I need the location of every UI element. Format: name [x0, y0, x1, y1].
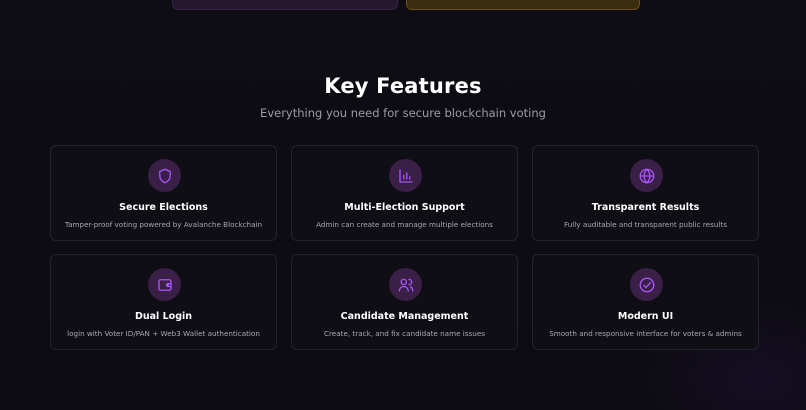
secondary-action-button[interactable] [406, 0, 640, 10]
users-icon [389, 268, 422, 301]
feature-description: Fully auditable and transparent public r… [564, 220, 727, 229]
section-title: Key Features [324, 74, 482, 98]
primary-action-button[interactable] [172, 0, 398, 10]
section-subtitle: Everything you need for secure blockchai… [260, 106, 546, 120]
feature-card-modern-ui: Modern UI Smooth and responsive interfac… [532, 254, 759, 350]
feature-card-multi-election: Multi-Election Support Admin can create … [291, 145, 518, 241]
features-page: Key Features Everything you need for sec… [0, 0, 806, 410]
feature-description: Tamper-proof voting powered by Avalanche… [64, 220, 263, 229]
wallet-icon [148, 268, 181, 301]
feature-description: Admin can create and manage multiple ele… [316, 220, 493, 229]
check-circle-icon [630, 268, 663, 301]
feature-card-transparent-results: Transparent Results Fully auditable and … [532, 145, 759, 241]
feature-title: Transparent Results [591, 202, 700, 213]
feature-description: Smooth and responsive interface for vote… [549, 329, 742, 338]
feature-title: Dual Login [134, 311, 193, 322]
feature-title: Secure Elections [119, 202, 208, 213]
feature-title: Candidate Management [340, 311, 469, 322]
globe-icon [630, 159, 663, 192]
bar-chart-icon [389, 159, 422, 192]
feature-title: Modern UI [617, 311, 674, 322]
feature-card-secure-elections: Secure Elections Tamper-proof voting pow… [50, 145, 277, 241]
feature-description: Create, track, and fix candidate name is… [323, 329, 486, 338]
feature-card-candidate-management: Candidate Management Create, track, and … [291, 254, 518, 350]
feature-title: Multi-Election Support [344, 202, 465, 213]
feature-card-dual-login: Dual Login login with Voter ID/PAN + Web… [50, 254, 277, 350]
shield-icon [148, 159, 181, 192]
feature-description: login with Voter ID/PAN + Web3 Wallet au… [67, 329, 260, 338]
